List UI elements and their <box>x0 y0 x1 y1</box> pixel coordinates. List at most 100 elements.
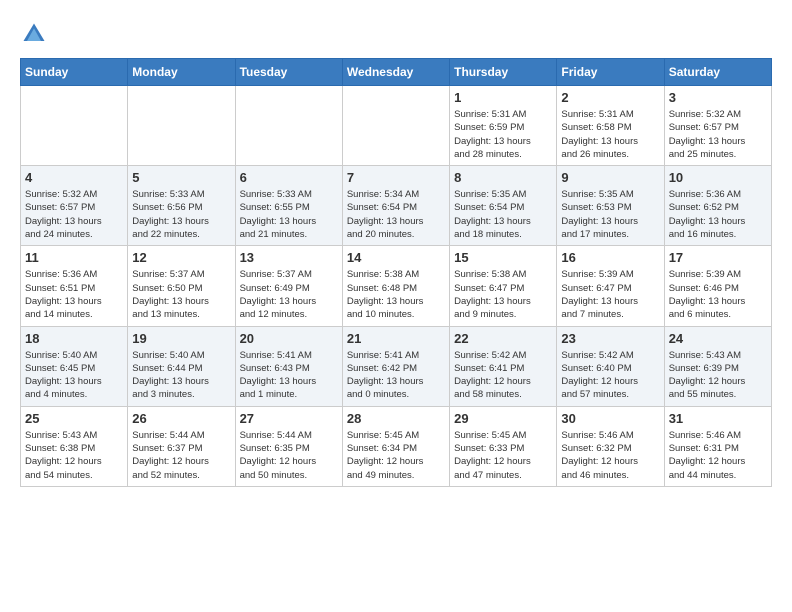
col-header-monday: Monday <box>128 59 235 86</box>
col-header-friday: Friday <box>557 59 664 86</box>
day-info: Sunrise: 5:34 AM Sunset: 6:54 PM Dayligh… <box>347 188 445 241</box>
day-cell: 2Sunrise: 5:31 AM Sunset: 6:58 PM Daylig… <box>557 86 664 166</box>
day-number: 15 <box>454 250 552 265</box>
day-number: 21 <box>347 331 445 346</box>
col-header-tuesday: Tuesday <box>235 59 342 86</box>
day-number: 4 <box>25 170 123 185</box>
day-cell: 26Sunrise: 5:44 AM Sunset: 6:37 PM Dayli… <box>128 406 235 486</box>
day-info: Sunrise: 5:41 AM Sunset: 6:42 PM Dayligh… <box>347 349 445 402</box>
day-cell: 23 Sunrise: 5:42 AM Sunset: 6:40 PM Dayli… <box>557 326 664 406</box>
week-row-2: 4 Sunrise: 5:32 AM Sunset: 6:57 PM Daylig… <box>21 166 772 246</box>
day-cell <box>21 86 128 166</box>
day-info: Sunrise: 5:43 AM Sunset: 6:39 PM Dayligh… <box>669 349 767 402</box>
day-number: 10 <box>669 170 767 185</box>
day-cell: 5 Sunrise: 5:33 AM Sunset: 6:56 PM Daylig… <box>128 166 235 246</box>
day-cell: 20 Sunrise: 5:41 AM Sunset: 6:43 PM Dayli… <box>235 326 342 406</box>
day-number: 28 <box>347 411 445 426</box>
day-number: 19 <box>132 331 230 346</box>
day-number: 30 <box>561 411 659 426</box>
day-cell <box>128 86 235 166</box>
day-number: 25 <box>25 411 123 426</box>
day-info: Sunrise: 5:37 AM Sunset: 6:50 PM Dayligh… <box>132 268 230 321</box>
header-row: SundayMondayTuesdayWednesdayThursdayFrid… <box>21 59 772 86</box>
day-number: 27 <box>240 411 338 426</box>
day-cell: 10 Sunrise: 5:36 AM Sunset: 6:52 PM Dayli… <box>664 166 771 246</box>
day-number: 8 <box>454 170 552 185</box>
day-number: 29 <box>454 411 552 426</box>
logo <box>20 20 52 48</box>
day-number: 5 <box>132 170 230 185</box>
day-cell: 22 Sunrise: 5:42 AM Sunset: 6:41 PM Dayli… <box>450 326 557 406</box>
day-cell: 12 Sunrise: 5:37 AM Sunset: 6:50 PM Dayli… <box>128 246 235 326</box>
day-info: Sunrise: 5:44 AM Sunset: 6:37 PM Dayligh… <box>132 429 230 482</box>
day-info: Sunrise: 5:42 AM Sunset: 6:41 PM Dayligh… <box>454 349 552 402</box>
day-cell: 19 Sunrise: 5:40 AM Sunset: 6:44 PM Dayli… <box>128 326 235 406</box>
day-info: Sunrise: 5:40 AM Sunset: 6:44 PM Dayligh… <box>132 349 230 402</box>
day-info: Sunrise: 5:37 AM Sunset: 6:49 PM Dayligh… <box>240 268 338 321</box>
day-cell: 21 Sunrise: 5:41 AM Sunset: 6:42 PM Dayli… <box>342 326 449 406</box>
day-info: Sunrise: 5:39 AM Sunset: 6:46 PM Dayligh… <box>669 268 767 321</box>
day-cell: 1Sunrise: 5:31 AM Sunset: 6:59 PM Daylig… <box>450 86 557 166</box>
day-info: Sunrise: 5:39 AM Sunset: 6:47 PM Dayligh… <box>561 268 659 321</box>
day-info: Sunrise: 5:46 AM Sunset: 6:32 PM Dayligh… <box>561 429 659 482</box>
day-info: Sunrise: 5:45 AM Sunset: 6:33 PM Dayligh… <box>454 429 552 482</box>
week-row-1: 1Sunrise: 5:31 AM Sunset: 6:59 PM Daylig… <box>21 86 772 166</box>
day-cell <box>235 86 342 166</box>
day-info: Sunrise: 5:36 AM Sunset: 6:51 PM Dayligh… <box>25 268 123 321</box>
day-number: 2 <box>561 90 659 105</box>
day-info: Sunrise: 5:31 AM Sunset: 6:59 PM Dayligh… <box>454 108 552 161</box>
day-info: Sunrise: 5:38 AM Sunset: 6:47 PM Dayligh… <box>454 268 552 321</box>
day-info: Sunrise: 5:43 AM Sunset: 6:38 PM Dayligh… <box>25 429 123 482</box>
day-info: Sunrise: 5:33 AM Sunset: 6:55 PM Dayligh… <box>240 188 338 241</box>
day-info: Sunrise: 5:32 AM Sunset: 6:57 PM Dayligh… <box>669 108 767 161</box>
day-cell: 31 Sunrise: 5:46 AM Sunset: 6:31 PM Dayli… <box>664 406 771 486</box>
day-info: Sunrise: 5:45 AM Sunset: 6:34 PM Dayligh… <box>347 429 445 482</box>
day-cell: 4 Sunrise: 5:32 AM Sunset: 6:57 PM Daylig… <box>21 166 128 246</box>
day-number: 17 <box>669 250 767 265</box>
day-number: 9 <box>561 170 659 185</box>
col-header-thursday: Thursday <box>450 59 557 86</box>
day-number: 31 <box>669 411 767 426</box>
day-info: Sunrise: 5:42 AM Sunset: 6:40 PM Dayligh… <box>561 349 659 402</box>
day-number: 16 <box>561 250 659 265</box>
col-header-sunday: Sunday <box>21 59 128 86</box>
col-header-saturday: Saturday <box>664 59 771 86</box>
day-number: 20 <box>240 331 338 346</box>
day-number: 23 <box>561 331 659 346</box>
day-cell: 9 Sunrise: 5:35 AM Sunset: 6:53 PM Daylig… <box>557 166 664 246</box>
day-cell: 15 Sunrise: 5:38 AM Sunset: 6:47 PM Dayli… <box>450 246 557 326</box>
day-info: Sunrise: 5:46 AM Sunset: 6:31 PM Dayligh… <box>669 429 767 482</box>
week-row-5: 25 Sunrise: 5:43 AM Sunset: 6:38 PM Dayli… <box>21 406 772 486</box>
day-number: 3 <box>669 90 767 105</box>
day-number: 7 <box>347 170 445 185</box>
day-number: 6 <box>240 170 338 185</box>
day-info: Sunrise: 5:33 AM Sunset: 6:56 PM Dayligh… <box>132 188 230 241</box>
day-info: Sunrise: 5:35 AM Sunset: 6:54 PM Dayligh… <box>454 188 552 241</box>
day-cell: 30 Sunrise: 5:46 AM Sunset: 6:32 PM Dayli… <box>557 406 664 486</box>
day-cell: 24 Sunrise: 5:43 AM Sunset: 6:39 PM Dayli… <box>664 326 771 406</box>
day-number: 18 <box>25 331 123 346</box>
day-cell: 13Sunrise: 5:37 AM Sunset: 6:49 PM Dayli… <box>235 246 342 326</box>
day-cell: 16 Sunrise: 5:39 AM Sunset: 6:47 PM Dayli… <box>557 246 664 326</box>
day-number: 14 <box>347 250 445 265</box>
day-cell: 14Sunrise: 5:38 AM Sunset: 6:48 PM Dayli… <box>342 246 449 326</box>
day-info: Sunrise: 5:41 AM Sunset: 6:43 PM Dayligh… <box>240 349 338 402</box>
day-cell: 8 Sunrise: 5:35 AM Sunset: 6:54 PM Daylig… <box>450 166 557 246</box>
day-number: 22 <box>454 331 552 346</box>
day-info: Sunrise: 5:44 AM Sunset: 6:35 PM Dayligh… <box>240 429 338 482</box>
col-header-wednesday: Wednesday <box>342 59 449 86</box>
day-info: Sunrise: 5:35 AM Sunset: 6:53 PM Dayligh… <box>561 188 659 241</box>
day-cell: 7 Sunrise: 5:34 AM Sunset: 6:54 PM Daylig… <box>342 166 449 246</box>
day-info: Sunrise: 5:32 AM Sunset: 6:57 PM Dayligh… <box>25 188 123 241</box>
day-info: Sunrise: 5:36 AM Sunset: 6:52 PM Dayligh… <box>669 188 767 241</box>
week-row-4: 18Sunrise: 5:40 AM Sunset: 6:45 PM Dayli… <box>21 326 772 406</box>
day-cell: 17 Sunrise: 5:39 AM Sunset: 6:46 PM Dayli… <box>664 246 771 326</box>
day-cell: 11 Sunrise: 5:36 AM Sunset: 6:51 PM Dayli… <box>21 246 128 326</box>
day-cell: 27 Sunrise: 5:44 AM Sunset: 6:35 PM Dayli… <box>235 406 342 486</box>
day-cell: 18Sunrise: 5:40 AM Sunset: 6:45 PM Dayli… <box>21 326 128 406</box>
day-number: 24 <box>669 331 767 346</box>
logo-icon <box>20 20 48 48</box>
day-number: 11 <box>25 250 123 265</box>
day-number: 12 <box>132 250 230 265</box>
week-row-3: 11 Sunrise: 5:36 AM Sunset: 6:51 PM Dayli… <box>21 246 772 326</box>
